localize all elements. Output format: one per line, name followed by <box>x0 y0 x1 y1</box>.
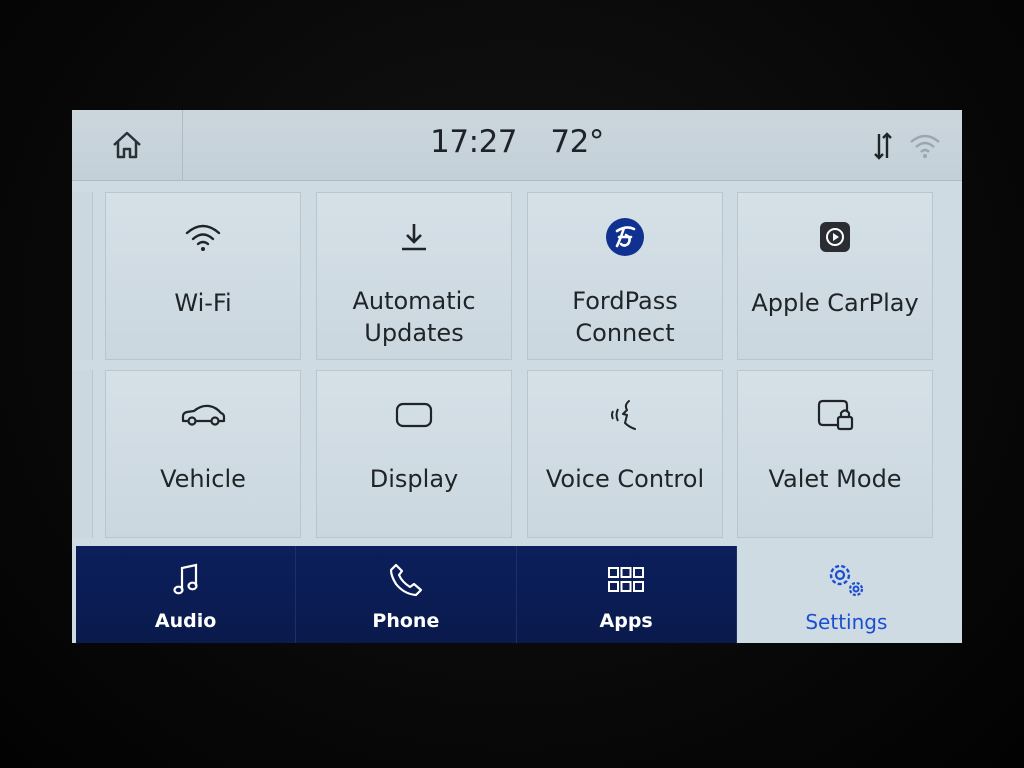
previous-page-edge <box>72 192 93 360</box>
tile-label: Apple CarPlay <box>751 289 919 317</box>
wifi-signal-icon <box>910 134 940 158</box>
tile-fordpass-connect[interactable]: FordPass Connect <box>527 192 723 360</box>
tile-label: FordPass Connect <box>528 285 722 349</box>
carplay-icon <box>820 222 850 252</box>
music-note-icon <box>173 563 198 595</box>
nav-apps[interactable]: Apps <box>516 546 737 643</box>
nav-phone[interactable]: Phone <box>296 546 517 643</box>
clock-temperature: 17:27 72° <box>72 124 962 160</box>
voice-icon <box>611 400 636 430</box>
nav-audio[interactable]: Audio <box>76 546 297 643</box>
tile-automatic-updates[interactable]: Automatic Updates <box>316 192 512 360</box>
download-icon <box>402 224 426 251</box>
sync-screen: 17:27 72° Wi-Fi Automatic Updates FordPa… <box>72 110 962 643</box>
bottom-navigation: Audio Phone Apps Settings <box>76 546 956 643</box>
nav-label: Apps <box>599 610 653 632</box>
outside-temperature: 72° <box>550 124 604 160</box>
phone-icon <box>389 563 422 597</box>
nav-label: Settings <box>805 610 888 634</box>
tile-voice-control[interactable]: Voice Control <box>527 370 723 538</box>
car-icon <box>181 404 226 426</box>
status-indicators <box>872 130 942 162</box>
settings-grid: Wi-Fi Automatic Updates FordPass Connect… <box>72 182 962 604</box>
valet-lock-icon <box>817 399 854 431</box>
tile-label-line2: Updates <box>364 319 464 347</box>
tile-label: Voice Control <box>545 465 705 493</box>
display-icon <box>395 402 433 428</box>
tile-label: Display <box>369 465 459 493</box>
clock: 17:27 <box>430 124 518 160</box>
tile-apple-carplay[interactable]: Apple CarPlay <box>737 192 933 360</box>
data-transfer-icon <box>874 132 892 160</box>
fordpass-logo-icon <box>606 218 644 256</box>
tile-label: Valet Mode <box>768 465 902 493</box>
tile-label: Automatic Updates <box>317 285 511 349</box>
tile-label-line1: Automatic <box>352 287 476 315</box>
tile-vehicle[interactable]: Vehicle <box>105 370 301 538</box>
nav-label: Audio <box>154 610 217 632</box>
tile-label: Vehicle <box>160 465 246 493</box>
tile-display[interactable]: Display <box>316 370 512 538</box>
status-bar: 17:27 72° <box>72 110 962 181</box>
apps-grid-icon <box>608 567 645 592</box>
tile-label-line1: FordPass <box>572 287 678 315</box>
tile-label-line2: Connect <box>575 319 675 347</box>
tile-label: Wi-Fi <box>174 289 232 317</box>
tile-valet-mode[interactable]: Valet Mode <box>737 370 933 538</box>
nav-settings[interactable]: Settings <box>736 546 956 643</box>
gears-icon <box>830 564 864 597</box>
tile-wifi[interactable]: Wi-Fi <box>105 192 301 360</box>
nav-label: Phone <box>372 610 440 632</box>
previous-page-edge <box>72 370 93 538</box>
wifi-icon <box>185 224 221 251</box>
